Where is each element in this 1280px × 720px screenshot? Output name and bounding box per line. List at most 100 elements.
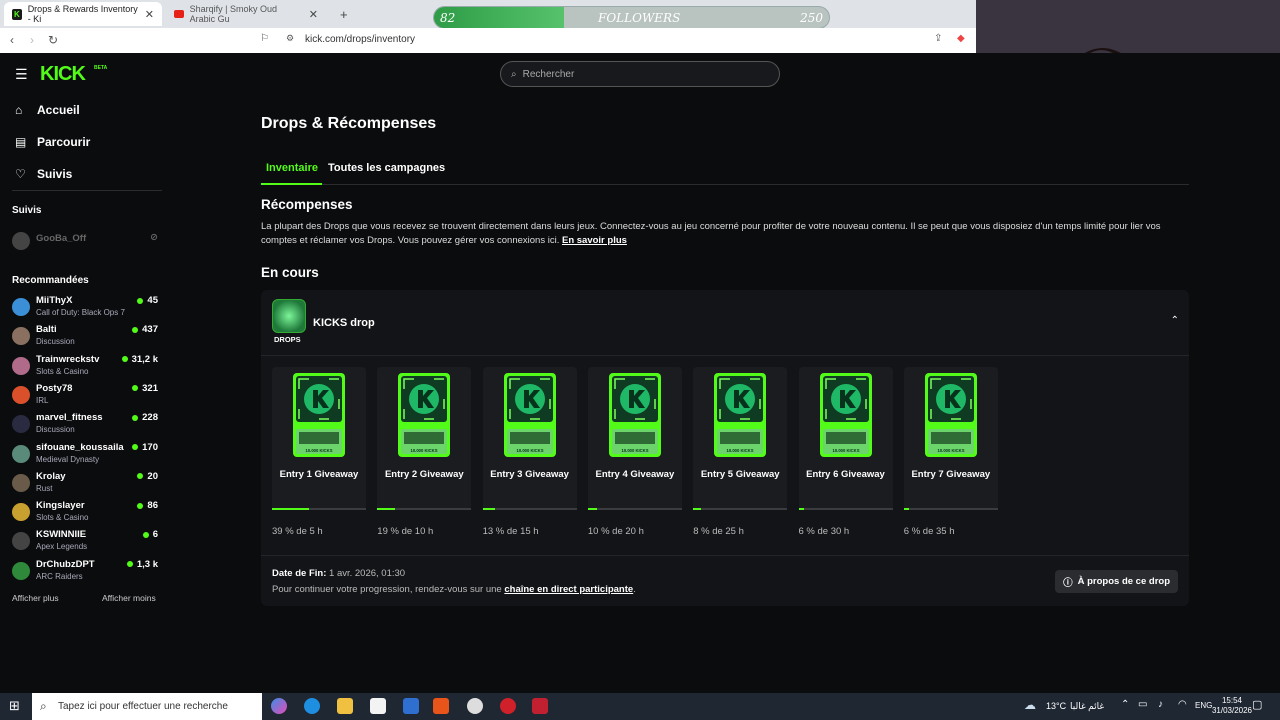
reward-progress-fill bbox=[482, 508, 495, 510]
chevron-up-icon[interactable]: ⌃ bbox=[1171, 315, 1179, 326]
edge-icon[interactable] bbox=[304, 698, 320, 714]
channel-category: Apex Legends bbox=[36, 542, 88, 552]
recommended-channel[interactable]: Posty78 IRL 321 bbox=[12, 383, 160, 412]
browser-address-bar: ‹ › ↻ ⚐ ⚙ kick.com/drops/inventory ⇪ ◆ bbox=[0, 28, 976, 53]
tab-inventory[interactable]: Inventaire bbox=[266, 162, 318, 174]
clock-time: 15:54 bbox=[1221, 696, 1242, 705]
live-dot-icon bbox=[121, 356, 128, 363]
recommended-channel[interactable]: marvel_fitness Discussion 228 bbox=[12, 412, 160, 441]
chevron-up-icon[interactable]: ⌃ bbox=[1121, 699, 1129, 710]
obs-icon[interactable] bbox=[467, 698, 483, 714]
brave-shield-icon[interactable]: ◆ bbox=[957, 33, 965, 44]
reward-progress-track bbox=[798, 508, 893, 510]
recommended-channel[interactable]: DrChubzDPT ARC Raiders 1,3 k bbox=[12, 559, 160, 588]
show-less-link[interactable]: Afficher moins bbox=[102, 593, 156, 603]
new-tab-button[interactable]: + bbox=[332, 2, 356, 26]
tab-sharqify[interactable]: Sharqify | Smoky Oud Arabic Gu ✕ bbox=[166, 2, 326, 26]
reward-tile[interactable]: 10.000 KICKS Entry 7 Giveaway bbox=[903, 367, 998, 510]
reward-progress-text: 13 % de 15 h bbox=[482, 526, 539, 537]
network-icon[interactable]: ▭ bbox=[1138, 699, 1147, 710]
url-text[interactable]: kick.com/drops/inventory bbox=[305, 34, 415, 45]
file-explorer-icon[interactable] bbox=[337, 698, 353, 714]
share-icon[interactable]: ⇪ bbox=[934, 33, 942, 44]
menu-icon[interactable]: ☰ bbox=[15, 67, 28, 81]
kick-logo[interactable]: KICK bbox=[40, 63, 86, 86]
reward-label: Entry 1 Giveaway bbox=[279, 469, 359, 480]
reward-progress-track bbox=[903, 508, 998, 510]
participating-channel-link[interactable]: chaîne en direct participante bbox=[504, 584, 633, 595]
following-channel[interactable]: GooBa_Off ⊘ bbox=[12, 229, 160, 258]
channel-category: Call of Duty: Black Ops 7 bbox=[36, 308, 125, 317]
site-info-icon[interactable]: ⚙ bbox=[286, 33, 294, 44]
reward-tile[interactable]: 10.000 KICKS Entry 2 Giveaway bbox=[377, 367, 472, 510]
volume-icon[interactable]: ♪ bbox=[1158, 699, 1163, 710]
end-date-value: 1 avr. 2026, 01:30 bbox=[329, 568, 406, 579]
avatar bbox=[12, 356, 30, 375]
media-app-icon[interactable] bbox=[532, 698, 548, 714]
reward-progress-text: 6 % de 35 h bbox=[903, 526, 955, 537]
reward-tile[interactable]: 10.000 KICKS Entry 4 Giveaway bbox=[587, 367, 682, 510]
live-dot-icon bbox=[142, 531, 149, 538]
store-icon[interactable] bbox=[370, 698, 386, 714]
recommended-channel[interactable]: KSWINNIIE Apex Legends 6 bbox=[12, 529, 160, 558]
recommended-channel[interactable]: Balti Discussion 437 bbox=[12, 324, 160, 353]
recommended-channel[interactable]: Trainwreckstv Slots & Casino 31,2 k bbox=[12, 354, 160, 383]
taskbar-clock[interactable]: 15:54 31/03/2026 bbox=[1212, 696, 1252, 716]
nav-following[interactable]: ♡ Suivis bbox=[15, 167, 72, 181]
reload-icon[interactable]: ↻ bbox=[48, 33, 58, 47]
drop-card: DROPS KICKS drop ⌃ 10.000 KICKS Entry 1 G… bbox=[261, 290, 1189, 606]
search-box[interactable]: ⌕ Rechercher bbox=[500, 61, 780, 87]
about-drop-label: À propos de ce drop bbox=[1077, 576, 1170, 587]
brave-icon[interactable] bbox=[433, 698, 449, 714]
nav-browse[interactable]: ▤ Parcourir bbox=[15, 135, 90, 149]
forward-arrow-icon[interactable]: › bbox=[30, 33, 34, 47]
reward-tile[interactable]: 10.000 KICKS Entry 1 Giveaway bbox=[272, 367, 366, 510]
reward-progress-track bbox=[482, 508, 577, 510]
recommended-channel[interactable]: Kingslayer Slots & Casino 86 bbox=[12, 500, 160, 529]
reward-progress-fill bbox=[693, 508, 701, 510]
language-indicator[interactable]: ENG bbox=[1195, 701, 1212, 710]
back-arrow-icon[interactable]: ‹ bbox=[10, 33, 14, 47]
windows-start-icon[interactable]: ⊞ bbox=[9, 699, 20, 712]
close-tab-icon[interactable]: ✕ bbox=[309, 8, 318, 21]
weather-temp[interactable]: 13°C bbox=[1046, 701, 1066, 711]
notifications-icon[interactable]: ▢ bbox=[1252, 699, 1262, 711]
viewer-count: 437 bbox=[132, 324, 158, 335]
reward-tile[interactable]: 10.000 KICKS Entry 3 Giveaway bbox=[482, 367, 577, 510]
recommended-channel[interactable]: sifouane_koussaila Medieval Dynasty 170 bbox=[12, 442, 160, 471]
drop-header[interactable]: DROPS KICKS drop ⌃ bbox=[261, 290, 1189, 356]
search-icon: ⌕ bbox=[511, 68, 517, 80]
viewer-count: 86 bbox=[137, 500, 158, 511]
kicks-reward-icon: 10.000 KICKS bbox=[398, 373, 451, 457]
channel-name: marvel_fitness bbox=[36, 412, 103, 424]
recommended-channel[interactable]: MiiThyX Call of Duty: Black Ops 7 45 bbox=[12, 295, 160, 324]
home-icon: ⌂ bbox=[15, 103, 23, 117]
avatar bbox=[12, 473, 30, 492]
learn-more-link[interactable]: En savoir plus bbox=[562, 235, 627, 246]
wifi-icon[interactable]: ◠ bbox=[1178, 699, 1187, 710]
mail-icon[interactable] bbox=[403, 698, 419, 714]
live-dot-icon bbox=[132, 444, 139, 450]
follower-goal: 250 bbox=[800, 11, 823, 25]
opera-icon[interactable] bbox=[500, 698, 516, 714]
nav-home[interactable]: ⌂ Accueil bbox=[15, 103, 80, 117]
recommended-channel[interactable]: Krolay Rust 20 bbox=[12, 471, 160, 500]
channel-name: Kingslayer bbox=[36, 500, 85, 512]
drop-logo-label: DROPS bbox=[274, 335, 301, 344]
taskbar-search[interactable]: ⌕ Tapez ici pour effectuer une recherche bbox=[32, 693, 262, 720]
channel-name: MiiThyX bbox=[36, 295, 73, 306]
sidebar-divider bbox=[12, 190, 162, 191]
tab-title: Sharqify | Smoky Oud Arabic Gu bbox=[189, 4, 277, 24]
bookmark-icon[interactable]: ⚐ bbox=[260, 33, 269, 44]
reward-tile[interactable]: 10.000 KICKS Entry 6 Giveaway bbox=[798, 367, 893, 510]
end-date: Date de Fin: 1 avr. 2026, 01:30 bbox=[272, 568, 405, 579]
close-tab-icon[interactable]: ✕ bbox=[145, 8, 154, 21]
tab-drops-inventory[interactable]: K Drops & Rewards Inventory - Ki ✕ bbox=[4, 2, 162, 26]
show-more-link[interactable]: Afficher plus bbox=[12, 593, 59, 603]
reward-tile[interactable]: 10.000 KICKS Entry 5 Giveaway bbox=[693, 367, 788, 510]
tab-all-campaigns[interactable]: Toutes les campagnes bbox=[328, 162, 445, 174]
weather-desc: غائم غالبا bbox=[1070, 701, 1105, 711]
reward-img-text: 10.000 KICKS bbox=[411, 448, 438, 453]
copilot-icon[interactable] bbox=[271, 698, 287, 714]
about-drop-button[interactable]: ⓘ À propos de ce drop bbox=[1055, 570, 1178, 593]
